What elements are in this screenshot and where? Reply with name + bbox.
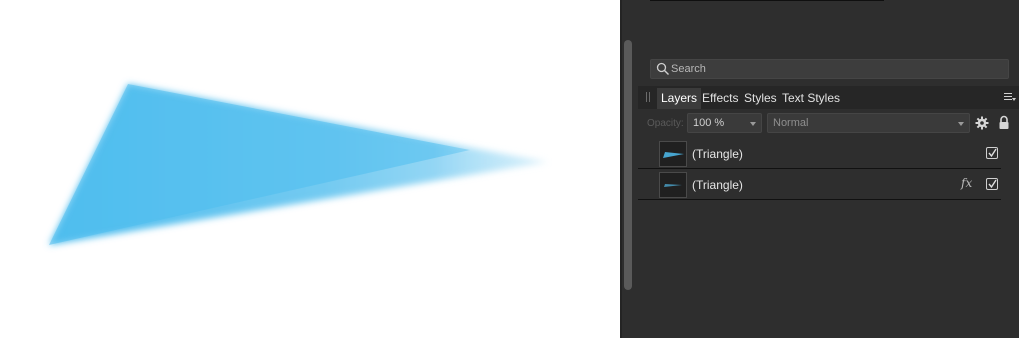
tab-layers[interactable]: Layers bbox=[657, 88, 702, 109]
layer-name: (Triangle) bbox=[692, 178, 743, 192]
layer-thumbnail bbox=[659, 172, 687, 198]
search-icon bbox=[656, 62, 669, 75]
chevron-down-icon bbox=[958, 122, 964, 126]
blend-mode-value: Normal bbox=[773, 117, 809, 129]
tab-effects[interactable]: Effects bbox=[698, 88, 742, 109]
layer-properties-row: Opacity: 100 % Normal bbox=[638, 111, 1019, 136]
layer-row[interactable]: (Triangle) fx bbox=[638, 170, 1001, 200]
document-canvas[interactable] bbox=[0, 0, 620, 338]
divider-line bbox=[650, 0, 884, 1]
layer-thumbnail bbox=[659, 141, 687, 167]
tab-styles[interactable]: Styles bbox=[740, 88, 781, 109]
panel-tab-bar: Layers Effects Styles Text Styles bbox=[638, 86, 1019, 109]
layer-visibility-checkbox[interactable] bbox=[986, 147, 998, 159]
chevron-down-icon bbox=[750, 122, 756, 126]
tab-text-styles[interactable]: Text Styles bbox=[778, 88, 844, 109]
search-box[interactable] bbox=[650, 59, 1009, 79]
fx-icon[interactable]: fx bbox=[961, 176, 972, 190]
hamburger-menu-icon[interactable] bbox=[1004, 93, 1016, 102]
scrollbar-thumb[interactable] bbox=[624, 40, 632, 290]
studio-panel bbox=[620, 0, 1019, 338]
opacity-value: 100 % bbox=[693, 117, 725, 129]
blend-mode-dropdown[interactable]: Normal bbox=[767, 113, 970, 133]
grip-handle-icon[interactable] bbox=[646, 92, 650, 102]
search-input[interactable] bbox=[671, 60, 1001, 78]
gear-icon[interactable] bbox=[975, 116, 989, 130]
opacity-dropdown[interactable]: 100 % bbox=[687, 113, 762, 133]
layer-visibility-checkbox[interactable] bbox=[986, 178, 998, 190]
layer-name: (Triangle) bbox=[692, 147, 743, 161]
opacity-label: Opacity: bbox=[647, 118, 684, 129]
lock-icon[interactable] bbox=[998, 115, 1010, 130]
layer-row[interactable]: (Triangle) bbox=[638, 139, 1001, 169]
triangle-artwork[interactable] bbox=[0, 0, 620, 338]
